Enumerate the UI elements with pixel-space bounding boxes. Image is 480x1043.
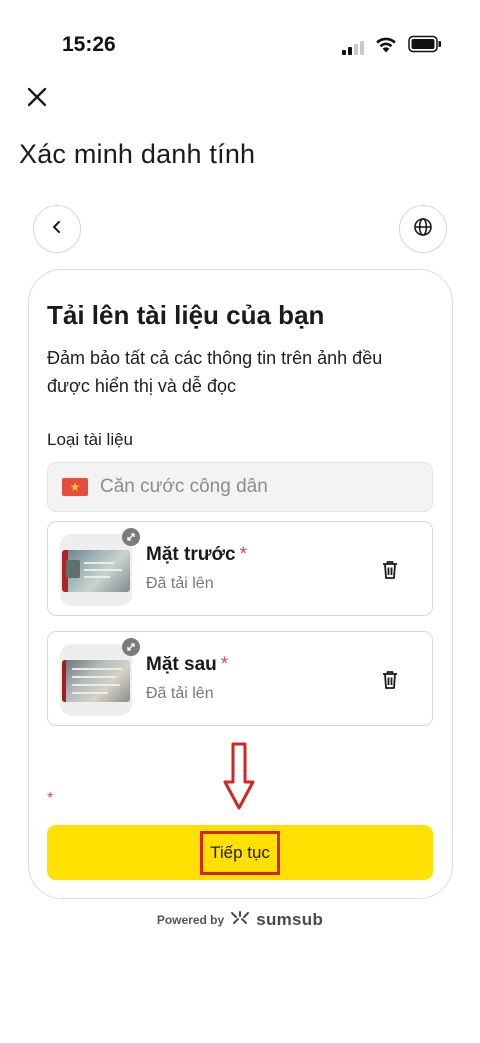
globe-icon [413,217,433,242]
trash-icon[interactable] [380,559,400,581]
battery-icon [408,35,442,58]
upload-title: Mặt trước * [146,544,247,565]
upload-title: Mặt sau * [146,654,229,675]
document-type-value: Căn cước công dân [100,476,268,497]
page-title: Xác minh danh tính [19,139,256,169]
trash-icon[interactable] [380,669,400,691]
status-icons [342,35,442,58]
upload-item-front[interactable]: Mặt trước * Đã tải lên [47,521,433,616]
powered-by-footer: Powered by sumsub [0,910,480,930]
signal-icon [342,39,364,55]
card-description: Đảm bảo tất cả các thông tin trên ảnh đề… [47,348,383,396]
continue-label: Tiếp tục [200,830,280,875]
id-card-image [62,660,130,702]
status-time: 15:26 [62,33,116,56]
back-button[interactable] [33,205,81,253]
upload-item-back[interactable]: Mặt sau * Đã tải lên [47,631,433,726]
screen: 15:26 Xác minh danh tính Tải lên tài liệ… [0,0,480,1043]
wifi-icon [374,35,398,58]
required-note: * [47,790,54,807]
id-card-image [62,550,130,592]
upload-status: Đã tải lên [146,575,214,592]
down-arrow-annotation-icon [223,742,255,815]
card-title: Tải lên tài liệu của bạn [47,300,325,330]
front-thumbnail[interactable] [60,528,140,606]
document-type-label: Loại tài liệu [47,430,134,449]
powered-by-label: Powered by [156,913,225,927]
vietnam-flag-icon: ★ [62,478,88,496]
back-thumbnail[interactable] [60,638,140,716]
sumsub-logo-icon [230,910,250,930]
expand-icon[interactable] [122,638,140,656]
close-icon[interactable] [24,84,50,110]
chevron-left-icon [50,220,64,239]
upload-status: Đã tải lên [146,685,214,702]
expand-icon[interactable] [122,528,140,546]
continue-button[interactable]: Tiếp tục [47,825,433,880]
upload-card: Tải lên tài liệu của bạn Đảm bảo tất cả … [28,269,453,899]
language-button[interactable] [399,205,447,253]
brand-name: sumsub [256,910,324,929]
document-type-select[interactable]: ★ Căn cước công dân [47,462,433,512]
status-bar: 15:26 [0,30,480,60]
